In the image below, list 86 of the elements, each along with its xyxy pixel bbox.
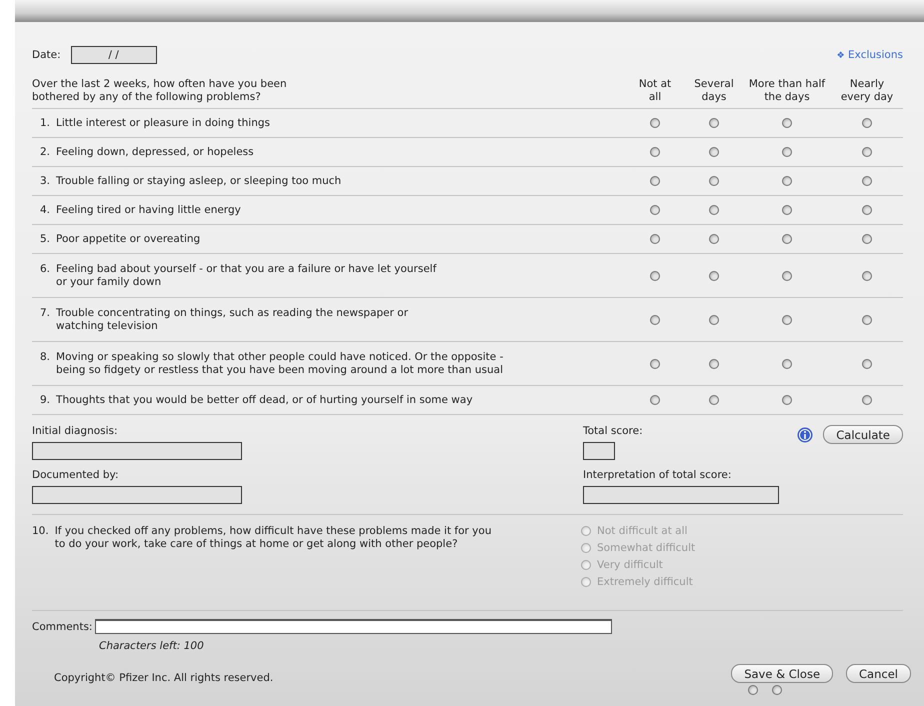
radio-button[interactable] bbox=[650, 270, 660, 280]
option-label: Somewhat difficult bbox=[597, 542, 696, 554]
question-text: Feeling tired or having little energy bbox=[56, 204, 241, 216]
question-number: 8. bbox=[40, 350, 50, 364]
radio-button[interactable] bbox=[782, 205, 792, 215]
question-number: 7. bbox=[40, 306, 50, 320]
radio-button[interactable] bbox=[862, 395, 872, 405]
question-number: 6. bbox=[40, 262, 50, 276]
radio-button[interactable] bbox=[709, 358, 719, 368]
question-number: 3. bbox=[40, 174, 50, 188]
radio-button[interactable] bbox=[650, 147, 660, 157]
radio-button[interactable] bbox=[862, 270, 872, 280]
date-label: Date: bbox=[32, 49, 61, 61]
radio-button[interactable] bbox=[709, 205, 719, 215]
input-field[interactable] bbox=[32, 442, 242, 460]
radio-button[interactable] bbox=[772, 685, 782, 695]
input-field[interactable] bbox=[583, 486, 779, 504]
cancel-button[interactable]: Cancel bbox=[846, 664, 911, 683]
radio-button[interactable] bbox=[862, 358, 872, 368]
question-prompt: Over the last 2 weeks, how often have you been bothered by any of the following problems? bbox=[32, 78, 288, 104]
radio-button[interactable] bbox=[650, 234, 660, 244]
radio-button[interactable] bbox=[650, 314, 660, 324]
question-text: Little interest or pleasure in doing things bbox=[56, 116, 270, 130]
field-label: Total score: bbox=[583, 425, 643, 437]
radio-button[interactable] bbox=[650, 205, 660, 215]
question-text: Feeling bad about yourself - or that you are a failure or have let yourself or your family down bbox=[56, 262, 436, 288]
radio-button[interactable] bbox=[709, 234, 719, 244]
field-label: Documented by: bbox=[32, 469, 119, 481]
question-number: 9. bbox=[40, 394, 50, 406]
date-field[interactable]: / / bbox=[70, 46, 157, 64]
radio-button[interactable] bbox=[782, 234, 792, 244]
radio-button[interactable] bbox=[862, 118, 872, 128]
radio-button[interactable] bbox=[782, 395, 792, 405]
characters-left-text: Characters left: 100 bbox=[99, 640, 205, 652]
column-header: More than half the days bbox=[748, 78, 826, 104]
question-number: 10. bbox=[32, 525, 49, 539]
radio-button[interactable] bbox=[650, 395, 660, 405]
radio-button[interactable] bbox=[709, 176, 719, 186]
question-number: 1. bbox=[40, 116, 50, 130]
question-number: 5. bbox=[40, 232, 50, 246]
input-field[interactable] bbox=[32, 486, 242, 504]
exclusions-link[interactable]: ❖ Exclusions bbox=[836, 49, 903, 61]
radio-button[interactable] bbox=[709, 314, 719, 324]
radio-button[interactable] bbox=[650, 118, 660, 128]
calculate-button[interactable]: Calculate bbox=[823, 425, 903, 444]
question-text: Moving or speaking so slowly that other people could have noticed. Or the opposite - being so fidgety or restless that you have been moving around a lot more than usual bbox=[56, 350, 504, 376]
radio-button[interactable] bbox=[782, 358, 792, 368]
radio-button[interactable] bbox=[862, 176, 872, 186]
question-text: Thoughts that you would be better off dead, or of hurting yourself in some way bbox=[56, 394, 473, 406]
radio-button[interactable] bbox=[862, 147, 872, 157]
radio-button[interactable] bbox=[862, 205, 872, 215]
question-text: Trouble concentrating on things, such as reading the newspaper or watching television bbox=[56, 306, 408, 332]
question-text: Feeling down, depressed, or hopeless bbox=[56, 146, 254, 158]
comments-label: Comments: bbox=[32, 620, 92, 632]
comments-field[interactable] bbox=[95, 619, 612, 634]
save-close-button[interactable]: Save & Close bbox=[731, 664, 834, 683]
radio-button[interactable] bbox=[709, 270, 719, 280]
option-label: Very difficult bbox=[597, 559, 663, 571]
column-header: Not at all bbox=[638, 78, 672, 104]
radio-button[interactable] bbox=[748, 685, 758, 695]
question-number: 4. bbox=[40, 204, 50, 216]
radio-button[interactable] bbox=[709, 395, 719, 405]
field-label: Interpretation of total score: bbox=[583, 469, 732, 481]
option-label: Not difficult at all bbox=[597, 525, 688, 537]
radio-button[interactable] bbox=[650, 358, 660, 368]
radio-button[interactable] bbox=[650, 176, 660, 186]
question-text: Trouble falling or staying asleep, or sleeping too much bbox=[56, 174, 342, 188]
question-text: Poor appetite or overeating bbox=[56, 232, 200, 246]
option-label: Extremely difficult bbox=[597, 576, 693, 588]
radio-button[interactable] bbox=[782, 118, 792, 128]
radio-button[interactable] bbox=[782, 270, 792, 280]
question-number: 2. bbox=[40, 146, 50, 158]
radio-button[interactable] bbox=[862, 234, 872, 244]
radio-button[interactable] bbox=[862, 314, 872, 324]
radio-button[interactable] bbox=[782, 314, 792, 324]
input-field[interactable] bbox=[583, 442, 615, 460]
radio-button[interactable] bbox=[782, 147, 792, 157]
column-header: Several days bbox=[693, 78, 735, 104]
copyright-text: Copyright© Pfizer Inc. All rights reserved. bbox=[54, 672, 274, 686]
column-header: Nearly every day bbox=[840, 78, 894, 104]
question-text: If you checked off any problems, how difficult have these problems made it for you to do your work, take care of things at home or get along with other people? bbox=[54, 525, 492, 552]
info-icon[interactable] bbox=[797, 427, 814, 443]
radio-button[interactable] bbox=[709, 118, 719, 128]
radio-button[interactable] bbox=[709, 147, 719, 157]
radio-button[interactable] bbox=[782, 176, 792, 186]
field-label: Initial diagnosis: bbox=[32, 425, 118, 437]
